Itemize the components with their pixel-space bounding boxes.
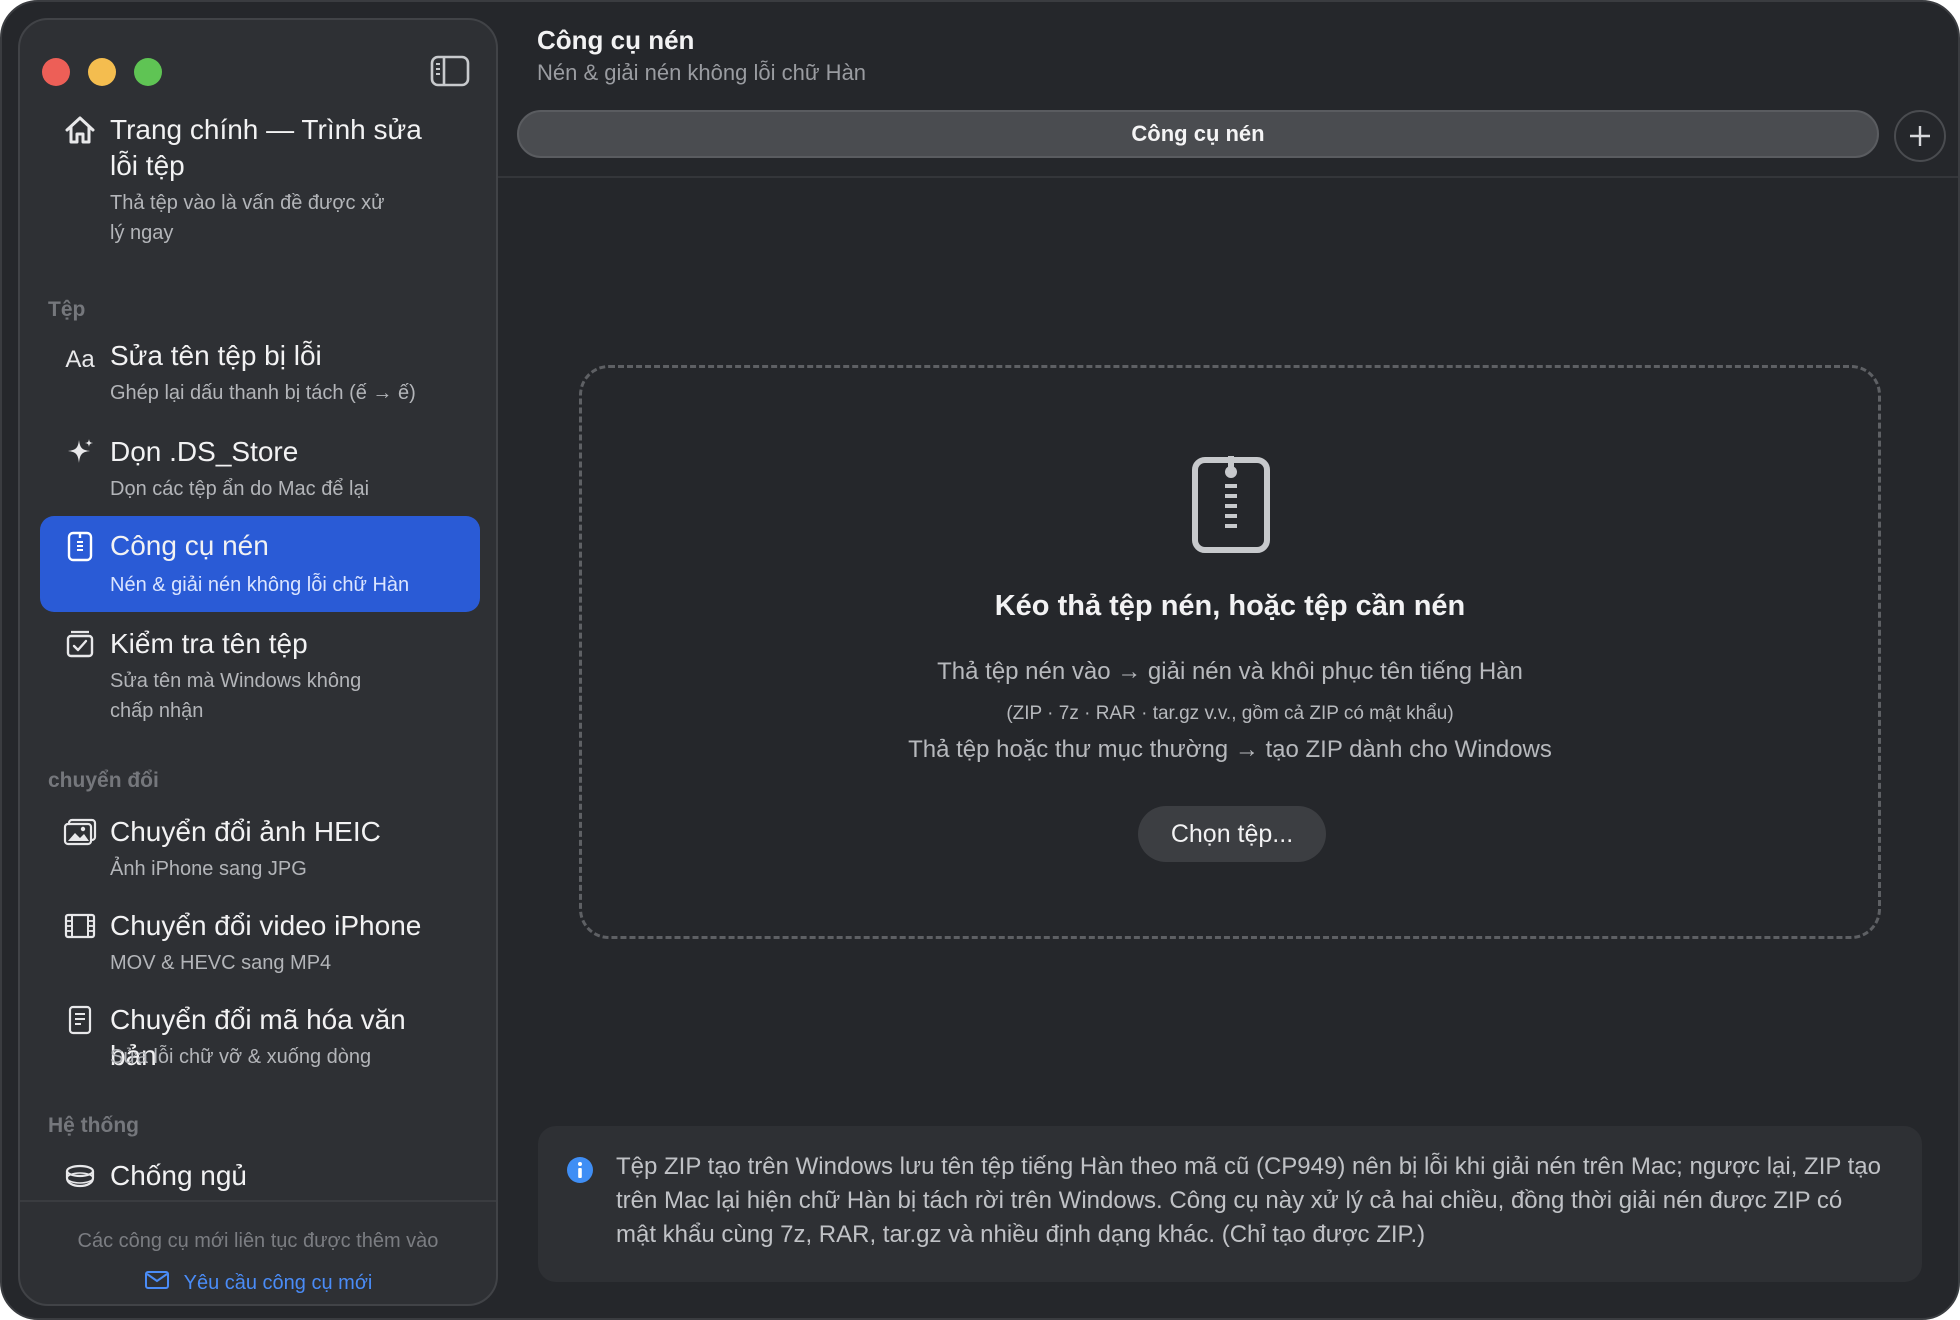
sidebar-item-subtitle: Ảnh iPhone sang JPG [110,858,307,880]
request-tool-link-label: Yêu cầu công cụ mới [183,1271,373,1294]
page-subtitle: Nén & giải nén không lỗi chữ Hàn [537,60,867,85]
sidebar-item-home[interactable]: Trang chính — Trình sửa lỗi tệp Thả tệp … [40,112,480,244]
add-tab-button[interactable] [1894,110,1946,162]
section-label-system: Hệ thống [48,1114,139,1137]
zip-file-icon [1191,450,1271,554]
drop-zone-hint-extract: Thả tệp nén vào → giải nén và khôi phục … [937,658,1523,685]
sidebar-item-title: Dọn .DS_Store [110,436,299,467]
info-icon [566,1156,594,1184]
sidebar-item-subtitle: MOV & HEVC sang MP4 [110,952,332,974]
document-icon [62,1002,98,1038]
sidebar-item-title: Kiểm tra tên tệp [110,628,308,659]
coffee-cup-icon [62,1158,98,1194]
sidebar-item-subtitle: Ghép lại dấu thanh bị tách (ế → ế) [110,382,416,404]
minimize-window-button[interactable] [88,58,116,86]
text-aa-icon: Aa [65,346,95,373]
sidebar-item-subtitle: Thả tệp vào là vấn đề được xử lý ngay [110,192,385,244]
envelope-icon [144,1270,170,1296]
drop-zone-hint-formats: (ZIP · 7z · RAR · tar.gz v.v., gồm cả ZI… [1006,703,1454,724]
sidebar-item-video-convert[interactable]: Chuyển đổi video iPhone MOV & HEVC sang … [40,908,480,984]
window-controls [42,58,162,86]
sidebar: Trang chính — Trình sửa lỗi tệp Thả tệp … [18,18,498,1306]
zip-file-icon [62,528,98,564]
footer-note: Các công cụ mới liên tục được thêm vào [77,1230,439,1252]
sidebar-item-compression-tool[interactable]: Công cụ nén Nén & giải nén không lỗi chữ… [40,516,480,612]
sidebar-item-title: Chuyển đổi video iPhone [110,910,422,941]
sidebar-item-keep-awake[interactable]: Chống ngủ [40,1158,480,1198]
choose-file-button[interactable]: Chọn tệp... [1138,806,1326,862]
drop-zone-hint-compress: Thả tệp hoặc thư mục thường → tạo ZIP dà… [908,736,1552,763]
section-label-convert: chuyển đổi [48,769,159,792]
sidebar-item-subtitle: Dọn các tệp ẩn do Mac để lại [110,478,370,500]
info-text: Tệp ZIP tạo trên Windows lưu tên tệp tiế… [616,1153,1881,1248]
sparkle-icon [62,434,98,470]
drop-zone[interactable]: Kéo thả tệp nén, hoặc tệp cần nén Thả tệ… [579,365,1881,939]
page-title: Công cụ nén [537,25,695,55]
sidebar-item-subtitle: Sửa lỗi chữ vỡ & xuống dòng [110,1046,372,1068]
sidebar-item-fix-filename[interactable]: Aa Sửa tên tệp bị lỗi Ghép lại dấu thanh… [40,338,480,414]
drop-zone-title: Kéo thả tệp nén, hoặc tệp cần nén [994,590,1466,622]
sidebar-item-title: Công cụ nén [110,530,269,561]
film-icon [62,908,98,944]
house-icon [62,112,98,148]
sidebar-item-text-encoding[interactable]: Chuyển đổi mã hóa văn bản Sửa lỗi chữ vỡ… [40,1002,480,1078]
header-divider [498,176,1958,178]
sidebar-item-title: Chuyển đổi ảnh HEIC [110,816,381,847]
plus-icon [1910,126,1930,146]
sidebar-item-subtitle: Sửa tên mà Windows không chấp nhận [110,670,362,722]
sidebar-item-subtitle: Nén & giải nén không lỗi chữ Hàn [110,574,410,596]
sidebar-footer: Các công cụ mới liên tục được thêm vào Y… [20,1200,496,1304]
sidebar-toggle-icon[interactable] [430,54,470,88]
zoom-window-button[interactable] [134,58,162,86]
sidebar-item-title: Trang chính — Trình sửa lỗi tệp [110,114,422,181]
sidebar-item-heic-convert[interactable]: Chuyển đổi ảnh HEIC Ảnh iPhone sang JPG [40,814,480,890]
sidebar-item-title: Chống ngủ [110,1160,248,1191]
tab-compression-tool[interactable]: Công cụ nén [517,110,1879,158]
sidebar-item-check-filename[interactable]: Kiểm tra tên tệp Sửa tên mà Windows khôn… [40,626,480,736]
section-label-files: Tệp [48,298,86,321]
photos-icon [62,814,98,850]
info-box: Tệp ZIP tạo trên Windows lưu tên tệp tiế… [538,1126,1922,1282]
checkbox-icon [62,626,98,662]
app-window: Trang chính — Trình sửa lỗi tệp Thả tệp … [0,0,1960,1320]
sidebar-item-ds-store[interactable]: Dọn .DS_Store Dọn các tệp ẩn do Mac để l… [40,434,480,510]
main-header: Công cụ nén Nén & giải nén không lỗi chữ… [537,24,866,88]
close-window-button[interactable] [42,58,70,86]
sidebar-item-title: Sửa tên tệp bị lỗi [110,340,322,371]
request-tool-link[interactable]: Yêu cầu công cụ mới [20,1270,496,1296]
